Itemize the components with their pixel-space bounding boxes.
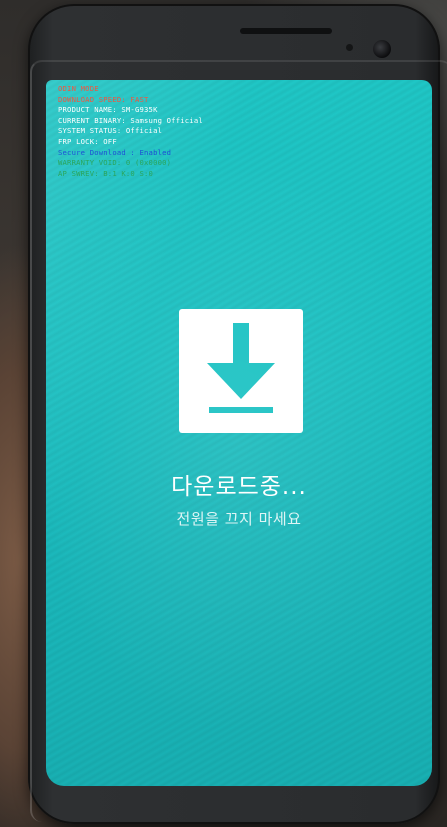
earpiece-speaker [240,28,332,34]
info-line-secure-download: Secure Download : Enabled [58,147,172,157]
downloading-title: 다운로드중... [171,474,307,500]
device-info-panel: ODIN MODE DOWNLOAD SPEED: FAST PRODUCT N… [58,84,203,179]
front-camera-icon [373,40,391,58]
info-line-system-status: SYSTEM STATUS: Official [58,126,163,136]
download-mode-screen: ODIN MODE DOWNLOAD SPEED: FAST PRODUCT N… [46,80,432,786]
proximity-sensor [346,44,353,51]
download-arrow-icon [179,309,303,433]
info-line-frp-lock: FRP LOCK: OFF [58,136,117,146]
info-line-ap-swrev: AP SWREV: B:1 K:0 S:0 [58,168,154,178]
do-not-power-off-subtitle: 전원을 끄지 마세요 [176,510,302,528]
info-line-odin-mode: ODIN MODE [58,84,99,93]
info-line-product-name: PRODUCT NAME: SM-G935K [58,105,158,115]
info-line-download-speed: DOWNLOAD SPEED: FAST [58,94,149,104]
info-line-warranty-void: WARRANTY VOID: 0 (0x0000) [58,158,172,168]
info-line-current-binary: CURRENT BINARY: Samsung Official [58,115,203,125]
